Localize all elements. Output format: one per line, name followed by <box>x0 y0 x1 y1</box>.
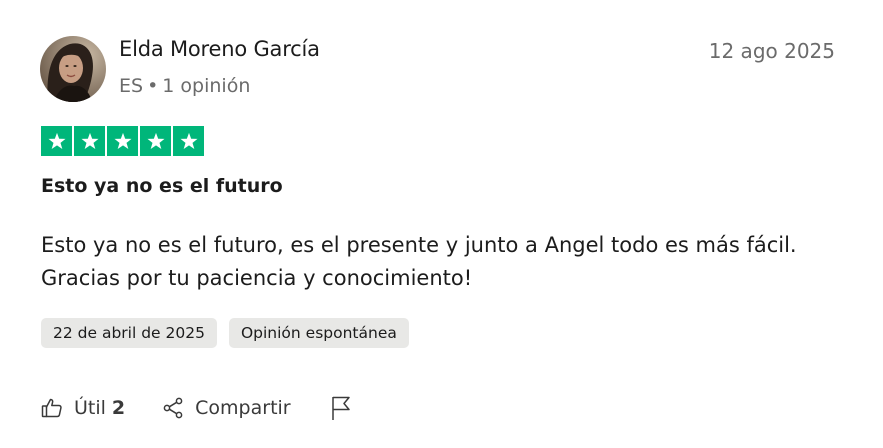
star-icon <box>173 126 204 156</box>
share-button[interactable]: Compartir <box>161 396 291 420</box>
share-icon <box>161 396 185 420</box>
review-actions: Útil 2 Compartir <box>40 393 353 423</box>
useful-label: Útil <box>74 397 106 419</box>
thumbs-up-icon <box>40 396 64 420</box>
share-label: Compartir <box>195 397 291 419</box>
star-rating <box>41 126 204 156</box>
star-icon <box>107 126 138 156</box>
review-date: 12 ago 2025 <box>708 39 835 63</box>
useful-button[interactable]: Útil 2 <box>40 396 125 420</box>
author-meta: ES • 1 opinión <box>119 75 250 97</box>
star-icon <box>41 126 72 156</box>
star-icon <box>140 126 171 156</box>
star-icon <box>74 126 105 156</box>
flag-icon <box>329 395 353 421</box>
review-body-line: Esto ya no es el futuro, es el presente … <box>41 233 797 257</box>
review-tags: 22 de abril de 2025 Opinión espontánea <box>41 318 409 348</box>
author-name[interactable]: Elda Moreno García <box>119 37 320 61</box>
experience-date-tag: 22 de abril de 2025 <box>41 318 217 348</box>
useful-count: 2 <box>111 397 126 419</box>
author-review-count: 1 opinión <box>162 75 251 97</box>
author-country: ES <box>119 75 144 97</box>
review-body-line: Gracias por tu paciencia y conocimiento! <box>41 266 473 290</box>
unprompted-review-tag: Opinión espontánea <box>228 318 409 348</box>
avatar[interactable] <box>40 36 106 102</box>
meta-separator: • <box>147 75 159 97</box>
review-body: Esto ya no es el futuro, es el presente … <box>41 229 841 295</box>
report-button[interactable] <box>329 395 353 421</box>
review-title: Esto ya no es el futuro <box>41 175 283 197</box>
review-card: Elda Moreno García ES • 1 opinión 12 ago 2… <box>0 0 883 448</box>
